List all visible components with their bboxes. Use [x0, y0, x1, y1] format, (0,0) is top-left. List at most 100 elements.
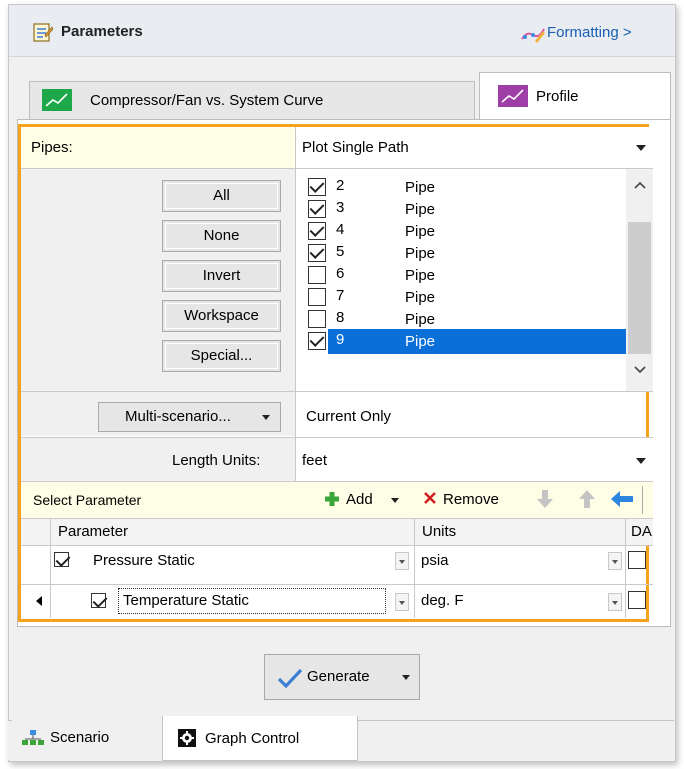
pipe-checkbox[interactable] [308, 288, 326, 306]
pipe-checkbox[interactable] [308, 200, 326, 218]
none-button-label: None [203, 227, 240, 244]
pipe-id: 4 [336, 221, 345, 238]
pipe-checkbox[interactable] [308, 244, 326, 262]
table-row[interactable]: Temperature Static deg. F [21, 585, 653, 617]
param-dropdown-icon[interactable] [395, 593, 409, 611]
add-chevron-down-icon[interactable] [391, 498, 399, 503]
pipes-mode-value: Plot Single Path [302, 139, 409, 156]
move-up-arrow-icon[interactable] [578, 488, 596, 510]
chevron-down-icon [636, 145, 646, 151]
all-button[interactable]: All [162, 180, 281, 212]
pipe-checkbox[interactable] [308, 332, 326, 350]
back-arrow-icon[interactable] [610, 489, 634, 509]
special-button[interactable]: Special... [162, 340, 281, 372]
table-row[interactable]: Pressure Static psia [21, 546, 653, 576]
add-plus-icon[interactable] [323, 490, 341, 508]
tab-compressor-fan-vs-system-curve[interactable]: Compressor/Fan vs. System Curve [29, 81, 475, 119]
param-name[interactable]: Temperature Static [123, 592, 249, 609]
scroll-up-arrow-icon[interactable] [634, 180, 646, 190]
panel-title: Parameters [61, 23, 143, 40]
length-units-select[interactable]: feet [296, 438, 653, 481]
pipe-checkbox[interactable] [308, 266, 326, 284]
tab-profile-label: Profile [536, 88, 579, 105]
pipe-checkbox[interactable] [308, 222, 326, 240]
parameters-notepad-icon [33, 23, 53, 42]
pipe-checkbox[interactable] [308, 310, 326, 328]
da-column-header: DA [631, 523, 652, 540]
panel-header: Parameters Formatting > [9, 5, 675, 57]
units-column-header: Units [422, 523, 457, 540]
pipe-type: Pipe [405, 201, 436, 218]
pipe-type: Pipe [405, 289, 436, 306]
move-down-arrow-icon[interactable] [536, 488, 554, 510]
invert-button-label: Invert [202, 267, 241, 284]
pipes-mode-select[interactable]: Plot Single Path [296, 127, 653, 168]
da-checkbox[interactable] [628, 551, 646, 569]
scrollbar-thumb[interactable] [628, 222, 651, 354]
pipe-type: Pipe [405, 311, 436, 328]
multi-scenario-dropdown-button[interactable]: Multi-scenario... [98, 402, 281, 432]
chevron-down-icon [262, 415, 270, 420]
param-row-checkbox[interactable] [54, 552, 69, 567]
tab-graph-control[interactable]: Graph Control [162, 716, 358, 761]
param-name[interactable]: Pressure Static [93, 552, 195, 569]
formatting-link[interactable]: Formatting > [547, 24, 632, 41]
param-units[interactable]: deg. F [421, 592, 464, 609]
da-checkbox[interactable] [628, 591, 646, 609]
param-dropdown-icon[interactable] [395, 552, 409, 570]
special-button-label: Special... [190, 347, 253, 364]
workspace-button-label: Workspace [184, 307, 259, 324]
workspace-button[interactable]: Workspace [162, 300, 281, 332]
add-button[interactable]: Add [346, 491, 373, 508]
tab-profile[interactable]: Profile [479, 72, 671, 120]
generate-button[interactable]: Generate [264, 654, 420, 700]
param-column-header: Parameter [58, 523, 129, 540]
multi-scenario-label: Multi-scenario... [125, 408, 231, 425]
chevron-down-icon [636, 458, 646, 464]
pipes-label: Pipes: [31, 139, 73, 156]
scenario-value: Current Only [306, 408, 392, 425]
length-units-value: feet [302, 452, 328, 469]
all-button-label: All [213, 187, 230, 204]
param-table-header: Parameter Units DA [21, 519, 653, 545]
pipe-type: Pipe [405, 333, 436, 350]
tab-scenario[interactable]: Scenario [12, 717, 162, 759]
pipe-id: 5 [336, 243, 345, 260]
green-chart-icon [42, 89, 72, 111]
select-parameter-label: Select Parameter [33, 492, 142, 508]
row-indicator-icon [36, 596, 42, 606]
pipe-type: Pipe [405, 179, 436, 196]
scroll-down-arrow-icon[interactable] [634, 365, 646, 375]
gear-icon [178, 729, 196, 747]
units-dropdown-icon[interactable] [608, 593, 622, 611]
pipes-label-cell: Pipes: [21, 127, 295, 168]
pipe-checkbox[interactable] [308, 178, 326, 196]
scenario-tree-icon [22, 730, 44, 745]
tab-graph-control-label: Graph Control [205, 730, 300, 747]
none-button[interactable]: None [162, 220, 281, 252]
checkmark-icon [277, 668, 303, 689]
length-units-label: Length Units: [172, 452, 261, 469]
invert-button[interactable]: Invert [162, 260, 281, 292]
pipe-id: 7 [336, 287, 345, 304]
remove-button[interactable]: Remove [443, 491, 499, 508]
tab-scenario-label: Scenario [50, 729, 110, 746]
pipe-id: 6 [336, 265, 345, 282]
pipe-type: Pipe [405, 267, 436, 284]
pipe-id: 9 [336, 331, 345, 348]
tab-compressor-label: Compressor/Fan vs. System Curve [90, 92, 324, 109]
pipe-id: 3 [336, 199, 345, 216]
generate-label: Generate [307, 668, 370, 685]
pipe-checklist[interactable]: 2 Pipe 3 Pipe 4 Pipe 5 Pipe 6 Pipe 7 Pip… [298, 169, 653, 391]
list-item-selected[interactable]: 9 Pipe [328, 329, 628, 354]
length-units-label-cell: Length Units: [21, 438, 295, 481]
purple-chart-icon [498, 85, 528, 107]
pipe-type: Pipe [405, 245, 436, 262]
pipe-id: 2 [336, 177, 345, 194]
param-units[interactable]: psia [421, 552, 449, 569]
formatting-brush-icon[interactable] [519, 23, 547, 45]
generate-chevron-down-icon[interactable] [402, 675, 410, 680]
remove-x-icon[interactable] [423, 491, 437, 505]
units-dropdown-icon[interactable] [608, 552, 622, 570]
param-row-checkbox[interactable] [91, 593, 106, 608]
